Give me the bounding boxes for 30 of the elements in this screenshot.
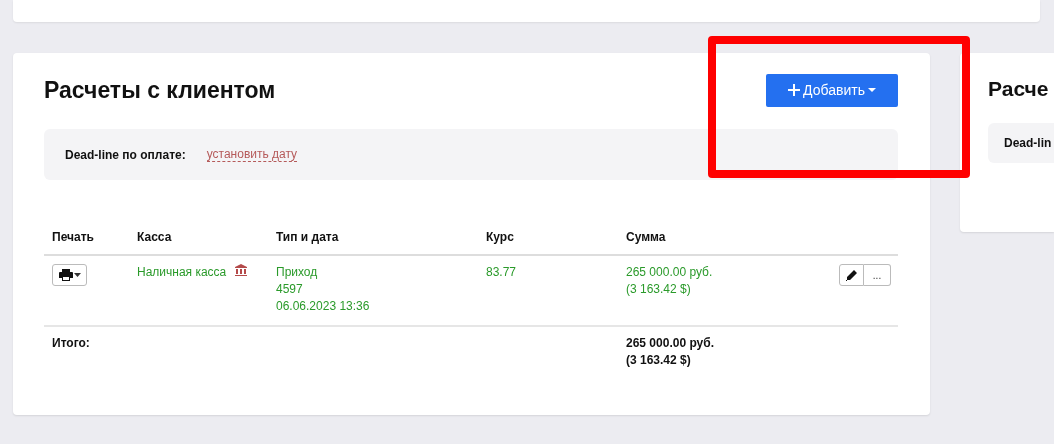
edit-button[interactable] bbox=[839, 264, 864, 286]
print-button[interactable] bbox=[52, 264, 87, 286]
column-header: Сумма bbox=[626, 229, 667, 246]
pencil-icon bbox=[846, 269, 857, 281]
column-header: Тип и дата bbox=[276, 229, 340, 246]
printer-icon bbox=[58, 269, 73, 281]
caret-icon bbox=[73, 273, 81, 277]
plus-icon bbox=[788, 84, 801, 96]
add-button[interactable]: Добавить bbox=[766, 73, 898, 107]
set-date-link[interactable]: установить дату bbox=[206, 147, 298, 162]
column-header: Курс bbox=[486, 229, 515, 246]
operation-date: 06.06.2023 13:36 bbox=[276, 298, 370, 315]
panel-title: Расчеты с клиентом bbox=[44, 76, 276, 104]
operation-number: 4597 bbox=[276, 281, 303, 298]
amount-rub: 265 000.00 руб. bbox=[626, 264, 713, 281]
column-header: Печать bbox=[52, 229, 95, 246]
column-header: Касса bbox=[137, 229, 173, 246]
exchange-rate: 83.77 bbox=[486, 264, 517, 281]
bank-icon bbox=[235, 264, 248, 276]
panel-title: Расче bbox=[988, 77, 1050, 101]
more-button[interactable]: ... bbox=[864, 264, 891, 286]
amount-usd: (3 163.42 $) bbox=[626, 281, 692, 298]
total-amount-rub: 265 000.00 руб. bbox=[626, 335, 714, 352]
total-label: Итого: bbox=[52, 335, 90, 352]
cashbox-name: Наличная касса bbox=[137, 264, 227, 281]
operation-type: Приход bbox=[276, 264, 318, 281]
deadline-label: Dead-line по оплате: bbox=[65, 147, 186, 162]
caret-icon bbox=[867, 87, 876, 93]
deadline-label: Dead-lin bbox=[1004, 136, 1052, 150]
total-amount-usd: (3 163.42 $) bbox=[626, 352, 691, 369]
